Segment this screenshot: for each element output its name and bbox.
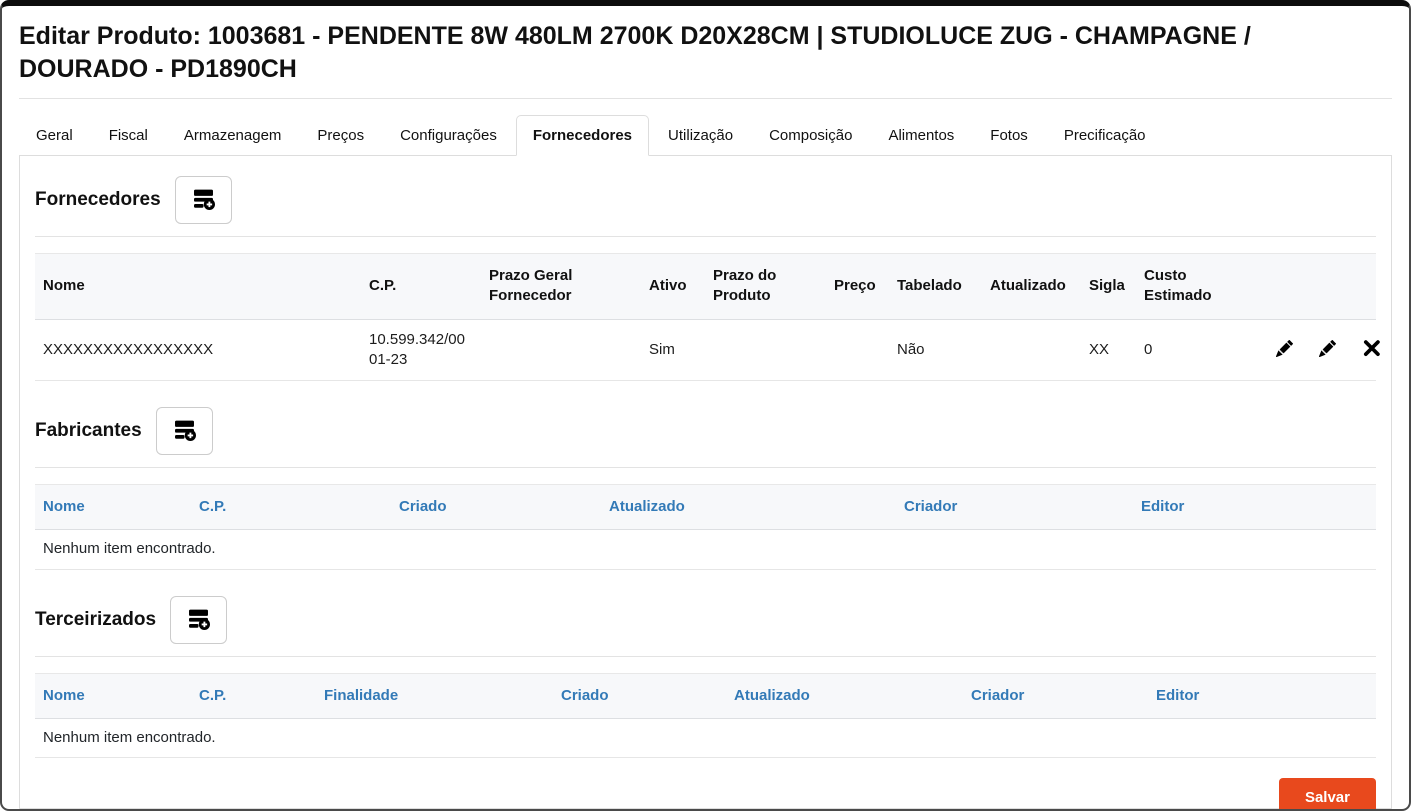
col-prazo-geral-fornecedor: Prazo Geral Fornecedor xyxy=(489,267,573,305)
col-actions xyxy=(1246,254,1376,320)
cell-preco xyxy=(826,319,889,381)
col-tabelado: Tabelado xyxy=(897,277,962,295)
fornecedores-heading: Fornecedores xyxy=(35,189,161,210)
col-criador[interactable]: Criador xyxy=(896,485,1133,530)
tab-alimentos[interactable]: Alimentos xyxy=(871,115,971,156)
table-row: XXXXXXXXXXXXXXXXX 10.599.342/0001-23 Sim… xyxy=(35,319,1381,381)
section-divider xyxy=(35,655,1376,657)
empty-message: Nenhum item encontrado. xyxy=(43,540,216,558)
edit-row-button[interactable] xyxy=(1276,339,1294,360)
empty-message: Nenhum item encontrado. xyxy=(43,728,216,746)
cell-custo-estimado: 0 xyxy=(1144,340,1153,358)
cell-nome: XXXXXXXXXXXXXXXXX xyxy=(43,340,214,358)
col-criado[interactable]: Criado xyxy=(391,485,601,530)
cell-atualizado xyxy=(982,319,1081,381)
col-criador[interactable]: Criador xyxy=(963,673,1148,718)
col-prazo-do-produto: Prazo do Produto xyxy=(713,267,777,305)
empty-state-row: Nenhum item encontrado. xyxy=(35,530,1376,569)
delete-x-icon xyxy=(1362,339,1381,361)
add-item-icon xyxy=(173,418,196,444)
page-title: Editar Produto: 1003681 - PENDENTE 8W 48… xyxy=(19,22,1251,83)
pencil-icon xyxy=(1276,339,1294,360)
col-nome[interactable]: Nome xyxy=(35,673,191,718)
col-finalidade[interactable]: Finalidade xyxy=(316,673,553,718)
tab-fotos[interactable]: Fotos xyxy=(973,115,1045,156)
edit-product-window: Editar Produto: 1003681 - PENDENTE 8W 48… xyxy=(0,0,1411,811)
tab-composicao[interactable]: Composição xyxy=(752,115,869,156)
col-cp[interactable]: C.P. xyxy=(191,485,391,530)
cell-ativo: Sim xyxy=(649,340,675,358)
cell-cp: 10.599.342/0001-23 xyxy=(369,330,465,368)
add-item-icon xyxy=(187,607,211,633)
empty-state-row: Nenhum item encontrado. xyxy=(35,718,1376,758)
col-preco: Preço xyxy=(834,277,876,295)
tab-configuracoes[interactable]: Configurações xyxy=(383,115,514,156)
col-sigla: Sigla xyxy=(1089,277,1125,295)
col-nome: Nome xyxy=(43,277,85,295)
add-fornecedor-button[interactable] xyxy=(174,176,232,224)
col-atualizado[interactable]: Atualizado xyxy=(726,673,963,718)
col-cp: C.P. xyxy=(369,277,397,295)
terceirizados-table: Nome C.P. Finalidade Criado Atualizado C… xyxy=(35,673,1376,759)
add-item-icon xyxy=(192,187,215,213)
cell-tabelado: Não xyxy=(897,340,925,358)
section-divider xyxy=(35,467,1376,468)
delete-row-button[interactable] xyxy=(1362,339,1381,361)
section-terceirizados: Terceirizados Nome C.P. Finalidade Criad… xyxy=(35,595,1376,759)
fornecedores-table: Nome C.P. Prazo Geral Fornecedor Ativo P… xyxy=(35,253,1381,381)
tab-content-fornecedores: Fornecedores Nome C.P. Prazo Geral Forne… xyxy=(19,156,1392,809)
cell-prazo-geral-fornecedor xyxy=(481,319,641,381)
col-cp[interactable]: C.P. xyxy=(191,673,316,718)
form-footer: Salvar xyxy=(35,758,1376,809)
tab-armazenagem[interactable]: Armazenagem xyxy=(167,115,299,156)
col-criado[interactable]: Criado xyxy=(553,673,726,718)
fabricantes-heading: Fabricantes xyxy=(35,420,142,441)
edit-row-alt-button[interactable] xyxy=(1319,339,1337,360)
section-fornecedores: Fornecedores Nome C.P. Prazo Geral Forne… xyxy=(35,176,1381,381)
col-atualizado: Atualizado xyxy=(990,277,1066,295)
tab-geral[interactable]: Geral xyxy=(19,115,90,156)
col-editor[interactable]: Editor xyxy=(1148,673,1376,718)
terceirizados-header-row: Nome C.P. Finalidade Criado Atualizado C… xyxy=(35,673,1376,719)
terceirizados-heading: Terceirizados xyxy=(35,608,157,630)
pencil-icon xyxy=(1319,339,1337,360)
cell-sigla: XX xyxy=(1089,340,1110,358)
section-divider xyxy=(35,236,1376,237)
add-terceirizado-button[interactable] xyxy=(170,595,228,644)
fabricantes-table: Nome C.P. Criado Atualizado Criador Edit… xyxy=(35,484,1376,570)
cell-actions xyxy=(1246,319,1381,381)
tab-precos[interactable]: Preços xyxy=(300,115,381,156)
title-divider xyxy=(19,98,1392,99)
fabricantes-header-row: Nome C.P. Criado Atualizado Criador Edit… xyxy=(35,484,1376,530)
cell-prazo-do-produto xyxy=(705,319,826,381)
tab-fornecedores[interactable]: Fornecedores xyxy=(515,115,650,156)
fornecedores-header-row: Nome C.P. Prazo Geral Fornecedor Ativo P… xyxy=(35,253,1376,320)
col-ativo: Ativo xyxy=(649,277,687,295)
col-atualizado[interactable]: Atualizado xyxy=(601,485,896,530)
tab-utilizacao[interactable]: Utilização xyxy=(651,115,750,156)
add-fabricante-button[interactable] xyxy=(155,407,213,455)
tab-precificacao[interactable]: Precificação xyxy=(1047,115,1163,156)
col-custo-estimado: Custo Estimado xyxy=(1144,267,1212,305)
product-tabs: Geral Fiscal Armazenagem Preços Configur… xyxy=(19,115,1392,156)
save-button[interactable]: Salvar xyxy=(1278,778,1376,809)
section-fabricantes: Fabricantes Nome C.P. Criado Atualizado … xyxy=(35,407,1376,570)
col-nome[interactable]: Nome xyxy=(35,485,191,530)
col-editor[interactable]: Editor xyxy=(1133,485,1376,530)
tab-fiscal[interactable]: Fiscal xyxy=(92,115,165,156)
